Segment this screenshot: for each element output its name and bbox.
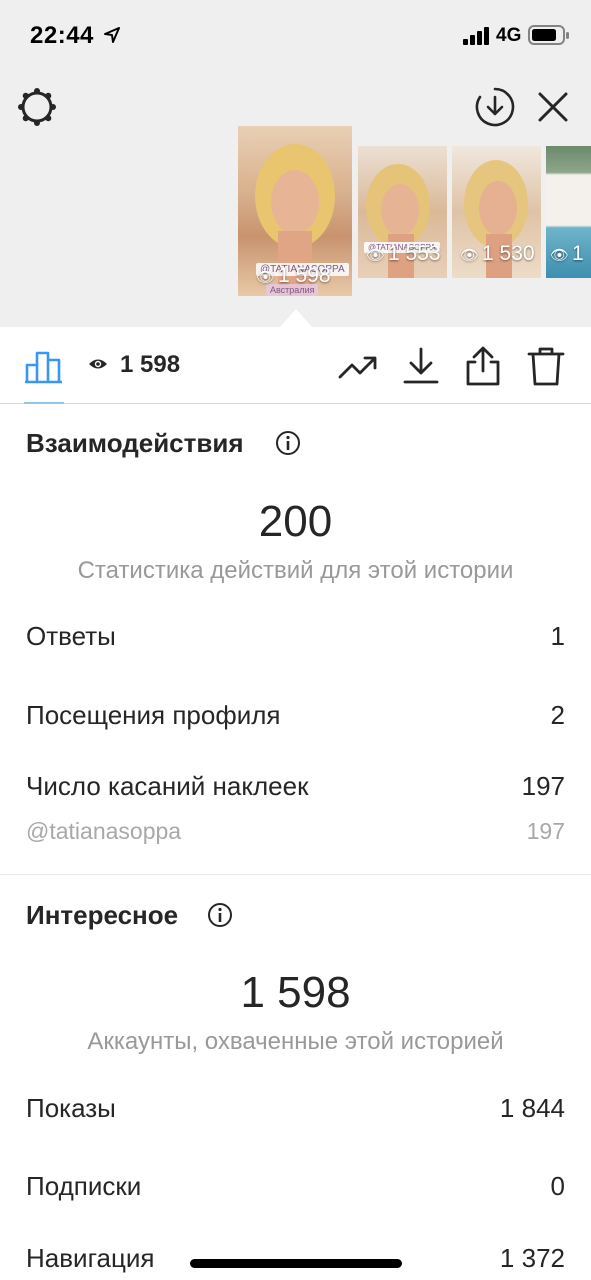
status-time: 22:44	[30, 22, 94, 49]
home-indicator[interactable]	[190, 1259, 402, 1268]
story-views-count: 1 530	[482, 242, 535, 265]
eye-icon: 👁	[460, 247, 480, 264]
stat-value-mention: 197	[526, 818, 565, 844]
story-carousel-area: 22:44 4G @TATIANASOPPA Австралия 👁 1 598…	[0, 0, 591, 327]
info-icon[interactable]	[275, 430, 301, 456]
download-icon[interactable]	[400, 345, 442, 387]
story-toolbar: 1 598	[0, 327, 591, 404]
settings-gear-icon[interactable]	[16, 86, 58, 128]
stat-value-sticker-taps: 197	[521, 771, 565, 801]
stat-label-profile-visits: Посещения профиля	[26, 700, 281, 730]
story-views: 👁 1 530	[460, 242, 535, 266]
story-thumbnail-1[interactable]: @TATIANASOPPA Австралия 👁 1 598	[238, 126, 352, 296]
trend-icon[interactable]	[337, 345, 379, 387]
stat-value-navigation: 1 372	[499, 1243, 565, 1273]
active-tab-indicator	[24, 402, 64, 404]
story-views-count: 1 598	[278, 264, 331, 287]
stat-value-profile-visits: 2	[550, 700, 565, 730]
interactions-subtitle: Статистика действий для этой истории	[77, 557, 514, 584]
story-views: 👁 1 598	[256, 264, 331, 288]
interactions-total: 200	[258, 497, 333, 546]
story-thumbnail-4[interactable]: 👁 1	[546, 146, 591, 278]
status-bar: 22:44 4G	[0, 0, 591, 70]
views-count: 1 598	[120, 351, 181, 378]
info-icon[interactable]	[207, 902, 233, 928]
save-download-circle-icon[interactable]	[474, 86, 516, 128]
stat-value-follows: 0	[550, 1171, 565, 1201]
eye-icon: 👁	[550, 247, 570, 264]
close-icon[interactable]	[534, 88, 572, 126]
trash-icon[interactable]	[525, 345, 567, 387]
story-views: 👁 1 553	[366, 242, 441, 266]
cellular-signal-icon	[463, 27, 489, 45]
interactions-title: Взаимодействия	[26, 428, 244, 458]
share-icon[interactable]	[462, 345, 504, 387]
stat-label-navigation: Навигация	[26, 1243, 155, 1273]
stat-label-sticker-taps: Число касаний наклеек	[26, 771, 309, 801]
network-type: 4G	[496, 25, 522, 46]
discovery-title: Интересное	[26, 900, 179, 930]
section-divider	[0, 874, 591, 875]
stat-value-replies: 1	[550, 621, 565, 651]
stat-value-impressions: 1 844	[499, 1093, 565, 1123]
discovery-subtitle: Аккаунты, охваченные этой историей	[87, 1028, 504, 1055]
story-views-count: 1	[572, 242, 584, 265]
eye-icon: 👁	[256, 269, 276, 286]
bar-chart-icon[interactable]	[24, 345, 64, 385]
story-views-count: 1 553	[388, 242, 441, 265]
story-thumbnail-2[interactable]: @TATIANASOPPA 👁 1 553	[358, 146, 447, 278]
discovery-total: 1 598	[240, 968, 351, 1017]
story-thumbnail-3[interactable]: 👁 1 530	[452, 146, 541, 278]
battery-icon	[528, 25, 569, 45]
location-arrow-icon	[104, 27, 120, 43]
stat-label-impressions: Показы	[26, 1093, 116, 1123]
story-views: 👁 1	[550, 242, 584, 266]
selected-story-pointer	[280, 309, 312, 327]
stat-label-follows: Подписки	[26, 1171, 142, 1201]
eye-icon	[89, 359, 107, 369]
stat-label-mention[interactable]: @tatianasoppa	[26, 818, 181, 845]
stat-label-replies: Ответы	[26, 621, 116, 651]
eye-icon: 👁	[366, 247, 386, 264]
